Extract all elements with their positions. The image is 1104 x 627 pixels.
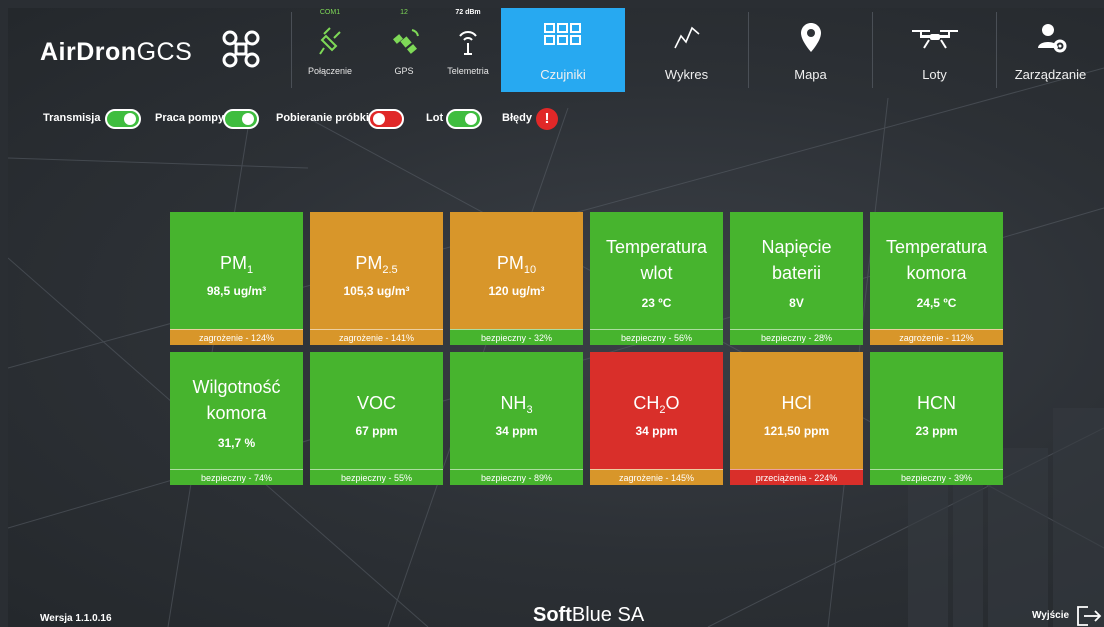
grid-icon [544,23,581,45]
sensor-status: zagrożenie - 112% [870,329,1003,345]
sensor-status: przeciążenia - 224% [730,469,863,485]
map-pin-icon [801,23,821,52]
sensor-tile[interactable]: Wilgotność komora 31,7 % bezpieczny - 74% [170,352,303,485]
logo-text-light: GCS [136,38,193,66]
sensor-tile[interactable]: Napięcie baterii 8V bezpieczny - 28% [730,212,863,345]
sensor-name: HCl [781,393,812,413]
drone-logo-icon [222,30,260,68]
sensor-name: NH3 [500,393,533,416]
brand-bold: Soft [533,604,572,626]
sensor-value: 23 ºC [641,296,672,310]
sensor-status: bezpieczny - 55% [310,469,443,485]
sensor-tile[interactable]: Temperatura wlot 23 ºC bezpieczny - 56% [590,212,723,345]
sensor-tile[interactable]: PM2.5 105,3 ug/m³ zagrożenie - 141% [310,212,443,345]
tab-mapa-label: Mapa [794,67,827,82]
gps-satellite-count: 12 [400,9,408,16]
toggle-label: Lot [426,112,444,124]
version-label: Wersja 1.1.0.16 [40,613,112,624]
status-telemetry[interactable]: 72 dBm Telemetria [436,8,500,92]
sensor-value: 23 ppm [915,424,958,438]
connection-port: COM1 [319,9,341,16]
sensor-value: 120 ug/m³ [488,284,545,298]
sensor-status: zagrożenie - 124% [170,329,303,345]
sensor-name: HCN [917,393,956,413]
sensor-value: 34 ppm [495,424,538,438]
pobieranie-probki-switch[interactable] [368,109,404,129]
sensor-tile[interactable]: CH2O 34 ppm zagrożenie - 145% [590,352,723,485]
sensor-tile[interactable]: NH3 34 ppm bezpieczny - 89% [450,352,583,485]
sensor-name: Temperatura komora [885,237,988,284]
status-gps[interactable]: 12 GPS [372,8,436,92]
sensor-status: bezpieczny - 74% [170,469,303,485]
toggle-label: Praca pompy [155,112,225,124]
sensor-name: CH2O [633,393,680,416]
error-alert-icon[interactable]: ! [536,108,558,130]
sensor-name: PM10 [496,253,537,276]
antenna-icon [459,31,477,55]
app-logo: AirDronGCS [40,38,192,67]
tab-loty[interactable]: Loty [873,8,996,92]
errors-label: Błędy [502,112,532,124]
tab-wykres-label: Wykres [664,67,709,82]
sensor-status: zagrożenie - 145% [590,469,723,485]
satellite-icon [393,29,419,54]
sensor-status: bezpieczny - 39% [870,469,1003,485]
sensor-name: VOC [356,393,396,413]
user-gear-icon [1038,24,1067,53]
telemetry-signal: 72 dBm [455,9,481,16]
toggle-label: Pobieranie próbki [276,112,369,124]
tab-zarzadzanie-label: Zarządzanie [1014,67,1087,82]
sensor-value: 34 ppm [635,424,678,438]
sensor-value: 98,5 ug/m³ [206,284,267,298]
status-connection[interactable]: COM1 Połączenie [298,8,362,92]
tab-czujniki-label: Czujniki [540,67,586,82]
app-window: AirDronGCS COM1 Połączenie 12 GPS 72 dBm… [8,8,1104,627]
sensor-value: 121,50 ppm [763,424,830,438]
company-brand: SoftBlue SA [533,604,644,627]
separator [291,12,292,88]
sensor-value: 67 ppm [355,424,398,438]
gps-label: GPS [394,66,414,76]
logo-text-bold: AirDron [40,38,137,66]
sensor-name: Napięcie baterii [761,237,832,284]
transmisja-switch[interactable] [105,109,141,129]
tab-loty-label: Loty [922,67,947,82]
telemetry-label: Telemetria [447,66,489,76]
sensor-status: bezpieczny - 89% [450,469,583,485]
sensor-tile[interactable]: HCN 23 ppm bezpieczny - 39% [870,352,1003,485]
chart-line-icon [674,26,700,49]
logout-icon [1077,606,1102,626]
toggle-label: Transmisja [43,112,101,124]
tab-mapa[interactable]: Mapa [749,8,872,92]
brand-light: Blue SA [571,604,645,626]
sensor-status: bezpieczny - 28% [730,329,863,345]
praca-pompy-switch[interactable] [223,109,259,129]
sensor-value: 24,5 ºC [916,296,957,310]
sensor-tile[interactable]: Temperatura komora 24,5 ºC zagrożenie - 112… [870,212,1003,345]
sensor-name: Temperatura wlot [605,237,708,284]
sensor-status: bezpieczny - 32% [450,329,583,345]
plug-icon [319,27,341,55]
sensor-status: zagrożenie - 141% [310,329,443,345]
sensor-value: 105,3 ug/m³ [343,284,410,298]
tab-zarzadzanie[interactable]: Zarządzanie [997,8,1104,92]
sensor-tile[interactable]: VOC 67 ppm bezpieczny - 55% [310,352,443,485]
exit-label: Wyjście [1032,610,1070,621]
sensor-value: 31,7 % [217,436,256,450]
sensor-tile[interactable]: PM10 120 ug/m³ bezpieczny - 32% [450,212,583,345]
drone-icon [912,30,958,49]
lot-switch[interactable] [446,109,482,129]
sensor-name: PM1 [219,253,254,276]
tab-wykres[interactable]: Wykres [625,8,748,92]
tab-czujniki[interactable]: Czujniki [501,8,625,92]
top-bar: AirDronGCS COM1 Połączenie 12 GPS 72 dBm… [8,8,1104,92]
sensor-name: PM2.5 [355,253,398,276]
sensor-tile[interactable]: PM1 98,5 ug/m³ zagrożenie - 124% [170,212,303,345]
sensor-name: Wilgotność komora [192,377,281,424]
sensor-tile[interactable]: HCl 121,50 ppm przeciążenia - 224% [730,352,863,485]
connection-label: Połączenie [307,66,353,76]
sensor-value: 8V [789,296,804,310]
sensor-status: bezpieczny - 56% [590,329,723,345]
